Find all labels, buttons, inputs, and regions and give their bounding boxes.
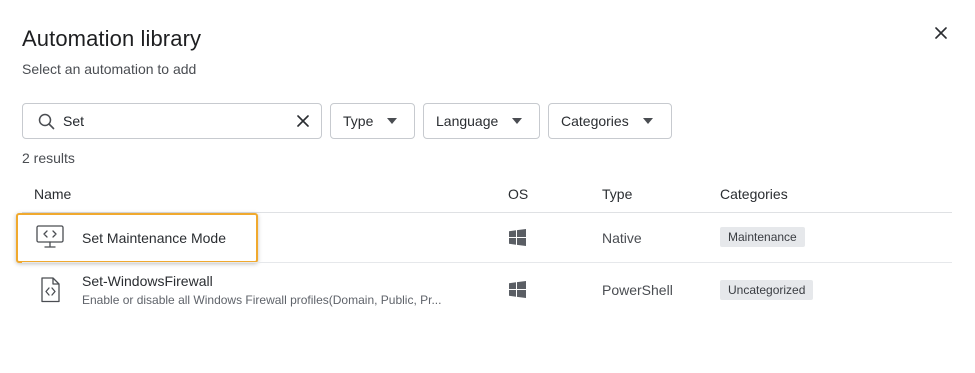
category-badge: Uncategorized bbox=[720, 280, 814, 300]
categories-filter-dropdown[interactable]: Categories bbox=[548, 103, 672, 139]
chevron-down-icon bbox=[642, 118, 653, 124]
search-input[interactable] bbox=[63, 113, 295, 129]
row-name[interactable]: Set Maintenance Mode bbox=[82, 230, 226, 246]
column-header-name: Name bbox=[34, 186, 72, 202]
language-filter-label: Language bbox=[436, 113, 499, 129]
row-type: PowerShell bbox=[602, 282, 673, 298]
categories-filter-label: Categories bbox=[561, 113, 629, 129]
column-header-type: Type bbox=[602, 186, 633, 202]
chevron-down-icon bbox=[512, 118, 523, 124]
row-description: Enable or disable all Windows Firewall p… bbox=[82, 293, 442, 307]
category-badge: Maintenance bbox=[720, 227, 805, 247]
search-field[interactable] bbox=[22, 103, 322, 139]
close-icon bbox=[935, 27, 947, 39]
row-type: Native bbox=[602, 230, 642, 246]
windows-icon bbox=[509, 229, 526, 246]
row-divider bbox=[22, 262, 952, 263]
language-filter-dropdown[interactable]: Language bbox=[423, 103, 540, 139]
dialog-title: Automation library bbox=[22, 26, 202, 51]
script-file-icon bbox=[40, 277, 60, 303]
column-header-os: OS bbox=[508, 186, 529, 202]
windows-icon bbox=[509, 281, 526, 298]
type-filter-label: Type bbox=[343, 113, 374, 129]
monitor-code-icon bbox=[36, 225, 64, 249]
search-icon bbox=[37, 112, 55, 130]
results-count: 2 results bbox=[22, 150, 75, 166]
chevron-down-icon bbox=[387, 118, 398, 124]
row-name[interactable]: Set-WindowsFirewall bbox=[82, 273, 213, 289]
close-button[interactable] bbox=[930, 22, 952, 44]
type-filter-dropdown[interactable]: Type bbox=[330, 103, 415, 139]
dialog-subtitle: Select an automation to add bbox=[22, 61, 197, 77]
clear-icon[interactable] bbox=[295, 113, 311, 129]
column-header-categories: Categories bbox=[720, 186, 788, 202]
